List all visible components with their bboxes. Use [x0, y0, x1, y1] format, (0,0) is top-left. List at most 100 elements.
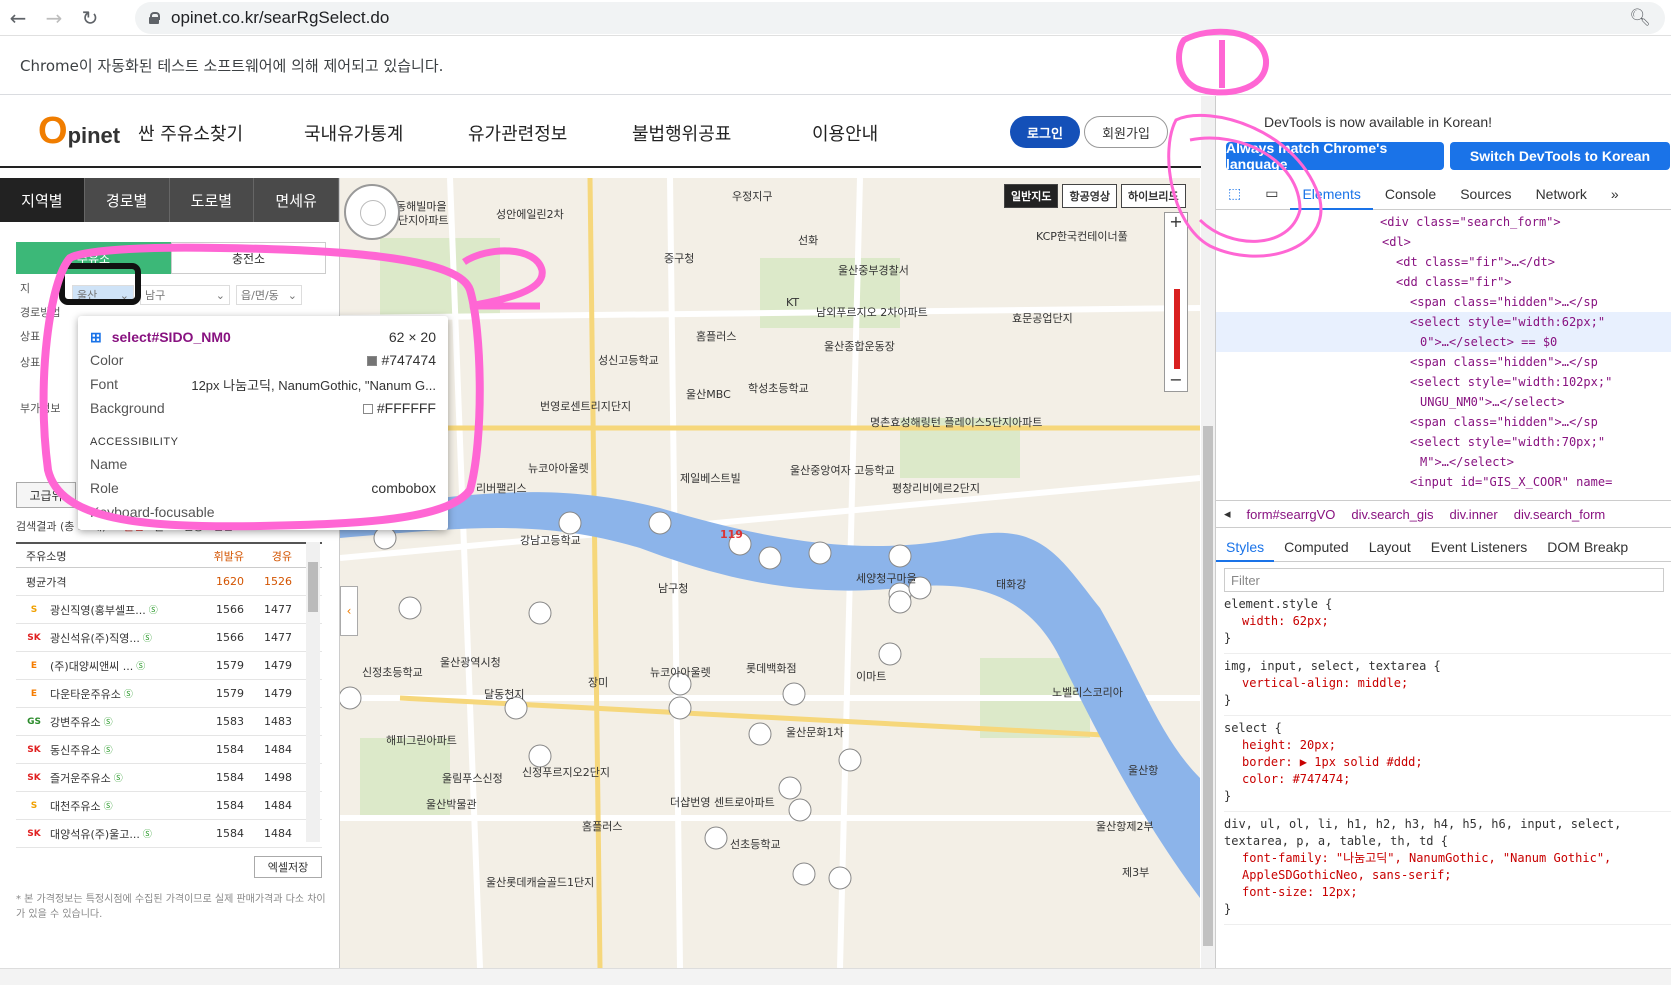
tab-elements[interactable]: Elements [1290, 178, 1373, 210]
sido-select[interactable]: 울산 ⌄ [72, 285, 134, 305]
station-name[interactable]: 동신주유소 [50, 742, 101, 758]
more-tabs-icon[interactable]: » [1599, 186, 1631, 202]
nav-guide[interactable]: 이용안내 [812, 120, 878, 146]
css-declaration[interactable]: height: 20px; [1224, 737, 1671, 754]
css-rule[interactable]: div, ul, ol, li, h1, h2, h3, h4, h5, h6,… [1224, 816, 1671, 925]
station-name[interactable]: 다운타운주유소 [50, 686, 121, 702]
map-type-normal[interactable]: 일반지도 [1004, 184, 1059, 208]
dom-node-selected[interactable]: <select style="width:62px;" [1216, 312, 1671, 332]
device-toggle-icon[interactable]: ▭ [1253, 185, 1290, 202]
station-name[interactable]: 대양석유(주)울고... [50, 826, 140, 842]
crumb[interactable]: div.search_gis [1343, 507, 1441, 522]
collapse-panel-button[interactable]: ‹ [340, 586, 358, 636]
tab-charging-station[interactable]: 충전소 [171, 242, 326, 274]
station-name[interactable]: (주)대양씨앤씨 ... [50, 658, 133, 674]
dom-node[interactable]: UNGU_NM0">…</select> [1216, 392, 1671, 412]
dom-node[interactable]: <dt class="fir">…</dt> [1216, 252, 1671, 272]
table-row[interactable]: E (주)대양씨앤씨 ... Ⓢ 1579 1479 [16, 652, 322, 680]
station-name-cell[interactable]: GS 강변주유소 Ⓢ [16, 714, 196, 730]
tab-computed[interactable]: Computed [1274, 539, 1359, 555]
scroll-thumb[interactable] [308, 562, 318, 612]
inspect-icon[interactable]: ⬚ [1216, 185, 1253, 202]
nav-price-stats[interactable]: 국내유가통계 [304, 120, 403, 146]
table-row[interactable]: S 대천주유소 Ⓢ 1584 1484 [16, 792, 322, 820]
tab-gas-station[interactable]: 주유소 [16, 242, 171, 274]
switch-korean-button[interactable]: Switch DevTools to Korean [1450, 142, 1670, 170]
zoom-icon[interactable]: 🔍︎ [1629, 8, 1651, 28]
tab-road[interactable]: 도로별 [169, 178, 255, 222]
table-row[interactable]: E 다운타운주유소 Ⓢ 1579 1479 [16, 680, 322, 708]
station-name[interactable]: 대천주유소 [50, 798, 101, 814]
tab-network[interactable]: Network [1524, 186, 1599, 202]
css-rule[interactable]: img, input, select, textarea {vertical-a… [1224, 658, 1671, 716]
dom-node[interactable]: <div class="search_form"> [1216, 212, 1671, 232]
crumb[interactable]: div.search_form [1506, 507, 1614, 522]
dom-node[interactable]: <input id="GIS_X_COOR" name= [1216, 472, 1671, 492]
dom-node[interactable]: M">…</select> [1216, 452, 1671, 472]
station-name-cell[interactable]: SK 대양석유(주)울고... Ⓢ [16, 826, 196, 842]
map-type-hybrid[interactable]: 하이브리드 [1120, 184, 1186, 208]
css-declaration[interactable]: width: 62px; [1224, 613, 1671, 630]
css-declaration[interactable]: font-size: 12px; [1224, 884, 1671, 901]
tab-dom-breakpoints[interactable]: DOM Breakp [1537, 539, 1638, 555]
css-declaration[interactable]: color: #747474; [1224, 771, 1671, 788]
map-area[interactable]: 동해빌마을 단지아파트 성안에일린2차 우정지구 중구청 선화 KCP한국컨테이… [340, 178, 1200, 968]
nav-cheap-station[interactable]: 싼 주유소찾기 [138, 120, 243, 146]
station-name[interactable]: 즐거운주유소 [50, 770, 111, 786]
list-scrollbar[interactable] [306, 542, 320, 842]
page-scroll-thumb[interactable] [1203, 426, 1213, 946]
address-bar[interactable]: opinet.co.kr/searRgSelect.do 🔍︎ [135, 2, 1665, 34]
css-rule[interactable]: select {height: 20px; border: ▶ 1px solid… [1224, 720, 1671, 812]
zoom-control[interactable]: + − [1164, 212, 1188, 392]
station-name[interactable]: 광신석유(주)직영... [50, 630, 140, 646]
forward-icon[interactable]: → [36, 0, 72, 36]
station-name-cell[interactable]: S 광신직영(홍부셀프... Ⓢ [16, 602, 196, 618]
tab-styles[interactable]: Styles [1216, 532, 1275, 562]
dong-select[interactable]: 읍/면/동 ⌄ [236, 285, 302, 305]
page-scrollbar[interactable] [1201, 96, 1215, 968]
tab-region[interactable]: 지역별 [0, 178, 85, 222]
dom-node[interactable]: <span class="hidden">…</sp [1216, 292, 1671, 312]
tab-event-listeners[interactable]: Event Listeners [1421, 539, 1538, 555]
css-declaration[interactable]: font-family: "나눔고딕", NanumGothic, "Nanum… [1224, 850, 1671, 884]
nav-price-info[interactable]: 유가관련정보 [468, 120, 567, 146]
advanced-search-button[interactable]: 고급위 [16, 482, 76, 508]
gu-select[interactable]: 남구 ⌄ [140, 285, 230, 305]
table-row[interactable]: SK 대양석유(주)울고... Ⓢ 1584 1484 [16, 820, 322, 848]
station-name-cell[interactable]: SK 동신주유소 Ⓢ [16, 742, 196, 758]
tab-console[interactable]: Console [1373, 186, 1448, 202]
col-name[interactable]: 주유소명 [16, 548, 196, 564]
styles-filter-input[interactable]: Filter [1224, 568, 1664, 592]
station-name-cell[interactable]: SK 광신석유(주)직영... Ⓢ [16, 630, 196, 646]
col-diesel[interactable]: 경유 [244, 548, 292, 564]
reload-icon[interactable]: ↻ [72, 0, 108, 36]
tab-layout[interactable]: Layout [1359, 539, 1421, 555]
css-declaration[interactable]: vertical-align: middle; [1224, 675, 1671, 692]
zoom-out-button[interactable]: − [1165, 371, 1187, 391]
tab-sources[interactable]: Sources [1448, 186, 1523, 202]
zoom-level-bar[interactable] [1174, 289, 1180, 369]
match-language-button[interactable]: Always match Chrome's language [1226, 140, 1444, 172]
dom-node[interactable]: <select style="width:102px;" [1216, 372, 1671, 392]
login-button[interactable]: 로그인 [1010, 116, 1080, 148]
station-name-cell[interactable]: E (주)대양씨앤씨 ... Ⓢ [16, 658, 196, 674]
back-icon[interactable]: ← [0, 0, 36, 36]
dom-node[interactable]: <span class="hidden">…</sp [1216, 352, 1671, 372]
station-name[interactable]: 강변주유소 [50, 714, 101, 730]
station-name-cell[interactable]: S 대천주유소 Ⓢ [16, 798, 196, 814]
col-gasoline[interactable]: 휘발유 [196, 548, 244, 564]
map-type-aerial[interactable]: 항공영상 [1062, 184, 1117, 208]
crumb[interactable]: div.inner [1442, 507, 1506, 522]
css-rule[interactable]: element.style {width: 62px;} [1224, 596, 1671, 654]
table-row[interactable]: SK 광신석유(주)직영... Ⓢ 1566 1477 [16, 624, 322, 652]
tab-taxfree[interactable]: 면세유 [254, 178, 339, 222]
nav-illegal[interactable]: 불법행위공표 [632, 120, 731, 146]
tab-route[interactable]: 경로별 [84, 178, 170, 222]
dom-node-selected-cont[interactable]: 0">…</select> == $0 [1216, 332, 1671, 352]
crumb[interactable]: form#searrgVO [1239, 507, 1344, 522]
dom-node[interactable]: <select style="width:70px;" [1216, 432, 1671, 452]
css-declaration[interactable]: border: ▶ 1px solid #ddd; [1224, 754, 1671, 771]
table-row[interactable]: SK 동신주유소 Ⓢ 1584 1484 [16, 736, 322, 764]
crumb-back-icon[interactable]: ◂ [1216, 506, 1239, 522]
zoom-in-button[interactable]: + [1165, 213, 1187, 233]
